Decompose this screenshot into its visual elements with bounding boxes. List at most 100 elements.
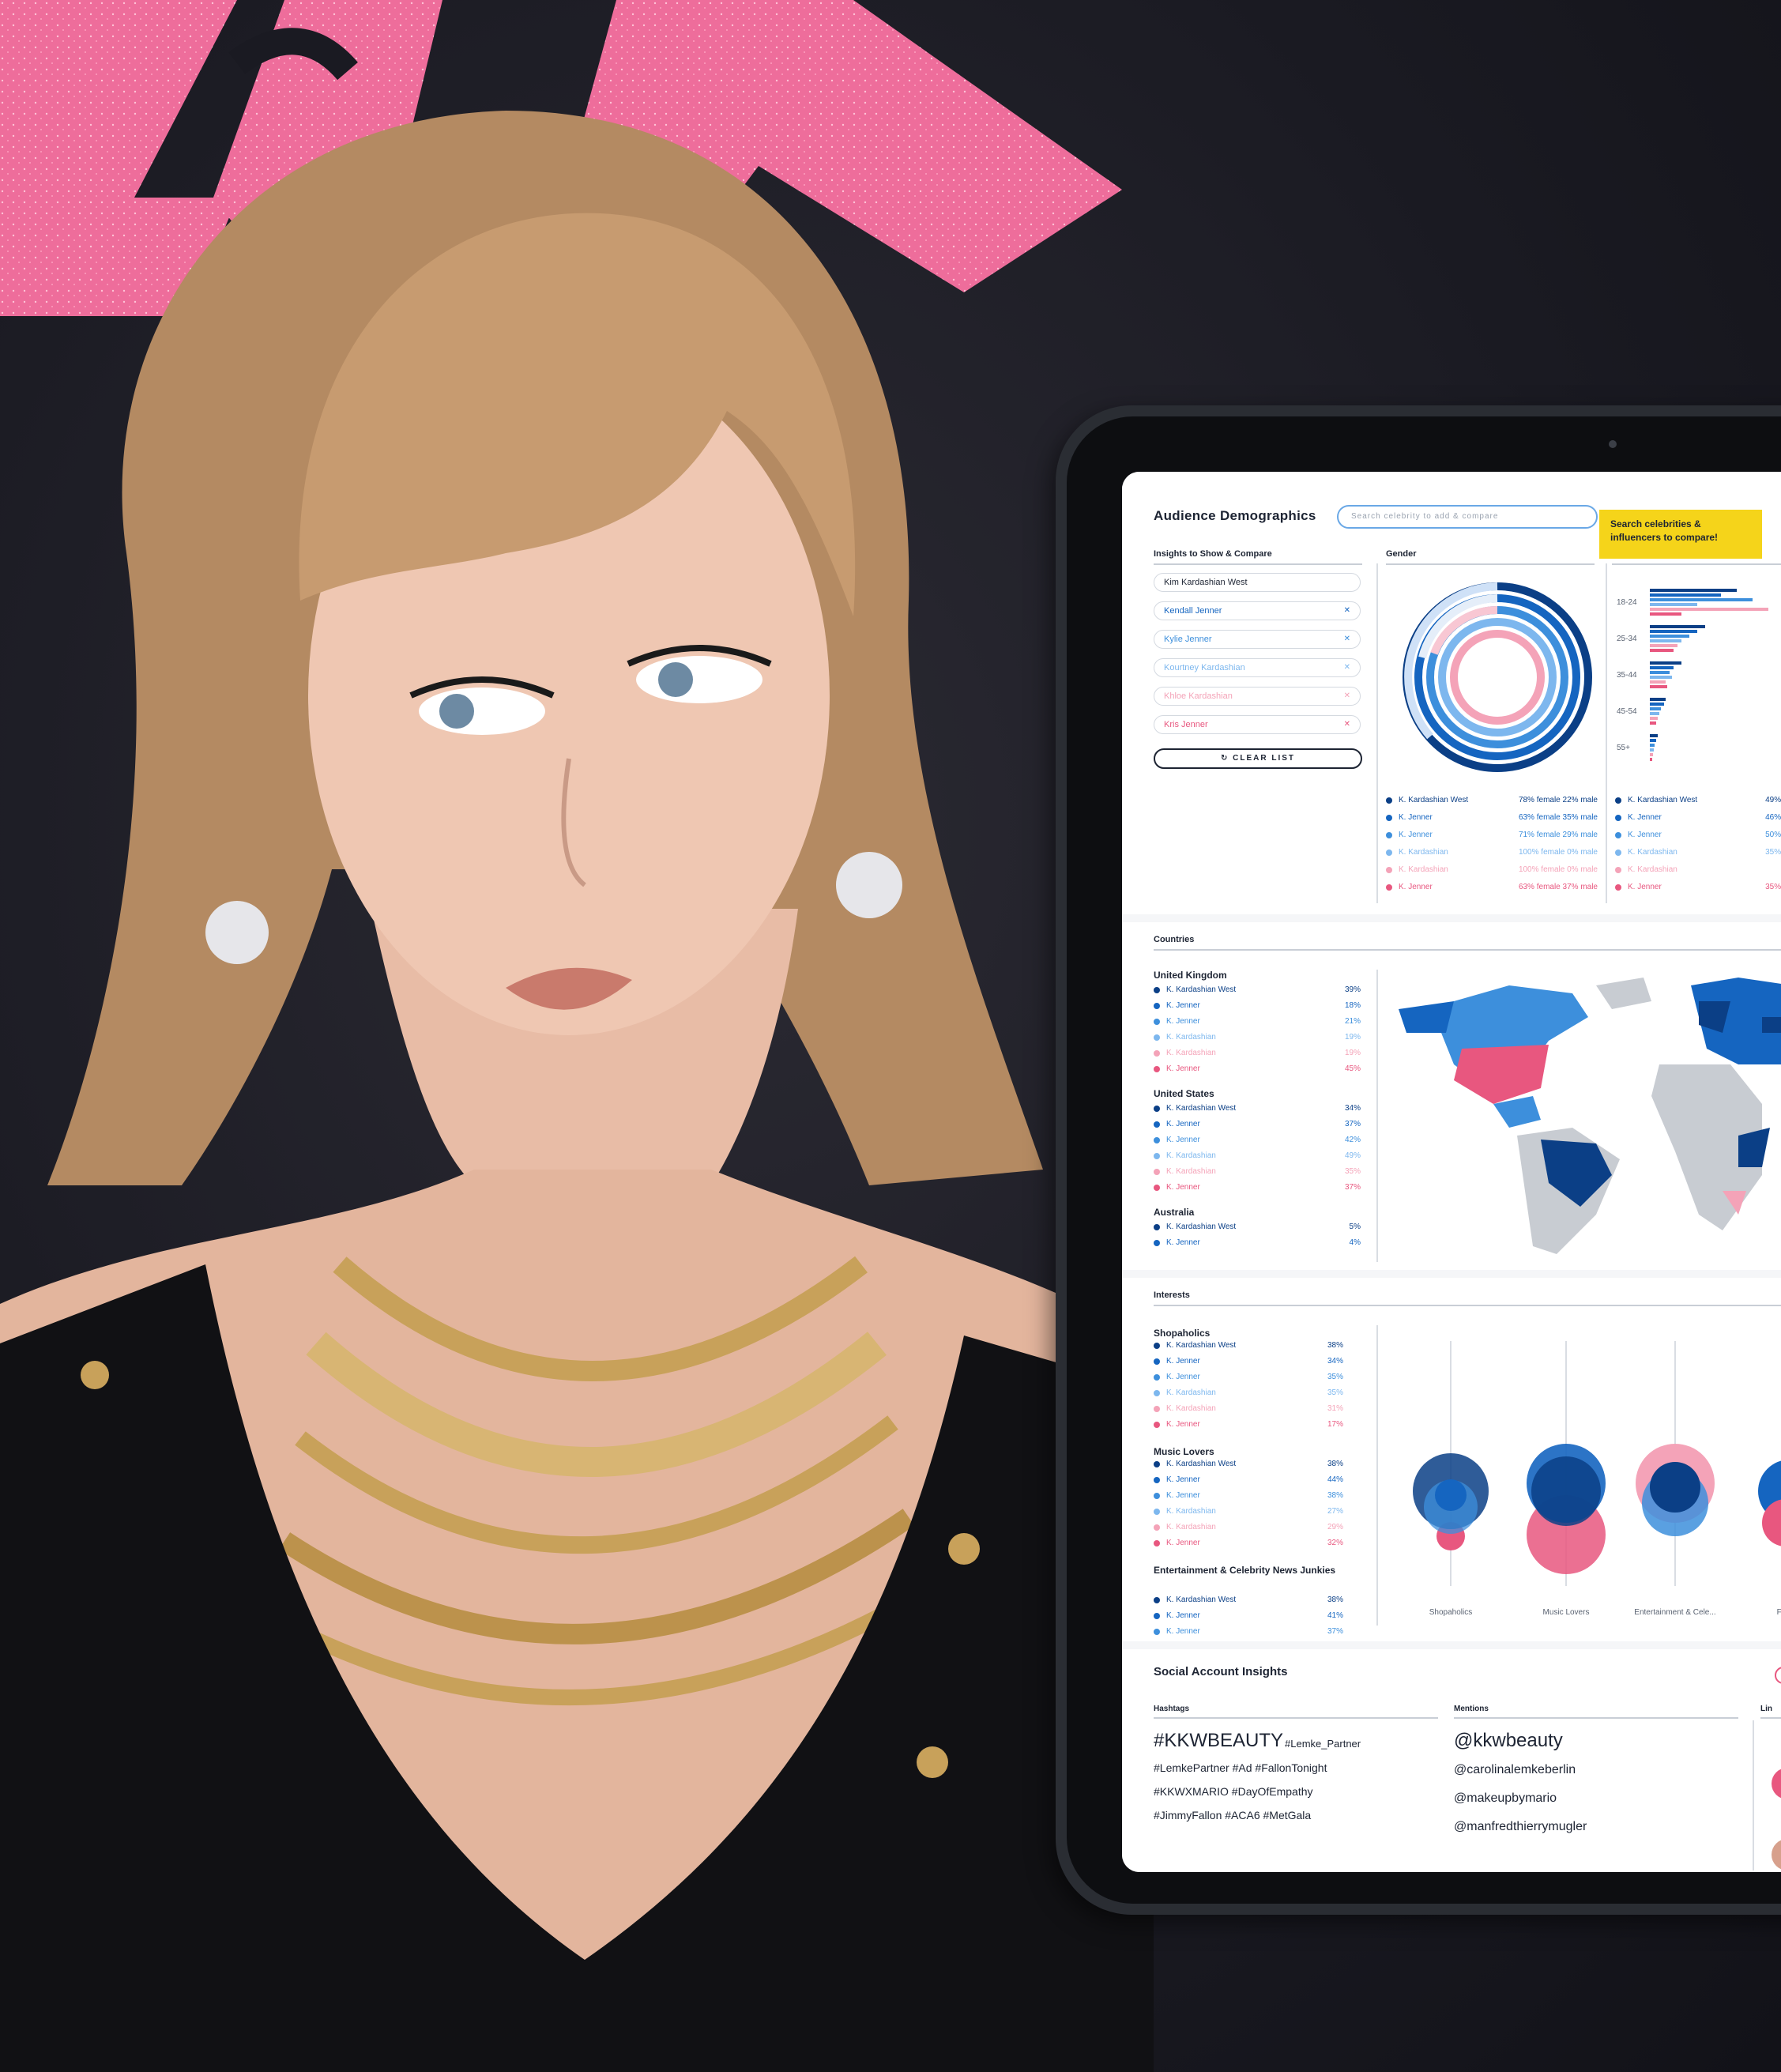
country-legend: K. Jenner (1154, 1001, 1200, 1010)
legend-label: K. Kardashian West (1166, 1595, 1237, 1604)
close-icon[interactable]: ✕ (1344, 720, 1350, 729)
interest-legend: K. Kardashian West (1154, 1460, 1236, 1468)
close-icon[interactable]: ✕ (1344, 606, 1350, 616)
legend-dot (1154, 1612, 1160, 1619)
interest-row: K. Jenner 37% (1154, 1627, 1343, 1636)
legend-label: K. Kardashian (1628, 848, 1677, 857)
hashtag-line[interactable]: #JimmyFallon #ACA6 #MetGala (1154, 1809, 1311, 1821)
legend-row: K. Kardashian West 78% female 22% male (1386, 796, 1598, 804)
legend-dot (1154, 1373, 1160, 1381)
legend-row: K. Jenner 35% ag (1615, 883, 1781, 891)
legend-label: K. Jenner (1166, 1539, 1200, 1547)
interest-legend: K. Jenner (1154, 1627, 1200, 1636)
mention-line[interactable]: @manfredthierrymugler (1454, 1820, 1587, 1834)
legend-label: K. Kardashian (1166, 1507, 1216, 1516)
insight-item[interactable]: Kourtney Kardashian ✕ (1154, 658, 1361, 677)
interest-value: 31% (1327, 1404, 1343, 1413)
interest-legend: K. Kardashian (1154, 1523, 1216, 1531)
country-value: 19% (1344, 1033, 1361, 1042)
hashtag-line[interactable]: #Lemke_Partner (1285, 1738, 1361, 1750)
insight-item[interactable]: Kendall Jenner ✕ (1154, 601, 1361, 620)
legend-label: K. Jenner (1166, 1120, 1200, 1128)
country-row: K. Jenner 37% (1154, 1183, 1361, 1192)
legend-row: K. Jenner 63% female 37% male (1386, 883, 1598, 891)
age-bar (1650, 685, 1667, 688)
insight-item[interactable]: Kris Jenner ✕ (1154, 715, 1361, 734)
legend-name: K. Jenner (1615, 831, 1662, 839)
legend-label: K. Jenner (1166, 1136, 1200, 1144)
close-icon[interactable]: ✕ (1344, 663, 1350, 672)
insight-item[interactable]: Kim Kardashian West (1154, 573, 1361, 592)
interest-row: K. Kardashian West 38% (1154, 1460, 1343, 1468)
insight-item[interactable]: Kylie Jenner ✕ (1154, 630, 1361, 649)
age-bar (1650, 649, 1674, 652)
legend-label: K. Jenner (1166, 1420, 1200, 1429)
age-bar (1650, 680, 1666, 684)
interest-value: 44% (1327, 1475, 1343, 1484)
mention-line[interactable]: @makeupbymario (1454, 1791, 1557, 1806)
avatar[interactable] (1772, 1768, 1781, 1799)
legend-row: K. Kardashian 100% female 0% male (1386, 865, 1598, 874)
interest-name: Entertainment & Celebrity News Junkies (1154, 1565, 1336, 1576)
interest-axis-label: Music Lovers (1542, 1608, 1590, 1617)
tablet-bezel: Audience Demographics Search celebrity t… (1067, 416, 1781, 1904)
legend-label: K. Kardashian (1628, 865, 1677, 874)
interest-legend: K. Jenner (1154, 1420, 1200, 1429)
country-legend: K. Kardashian (1154, 1167, 1216, 1176)
age-bar (1650, 666, 1674, 669)
legend-row: K. Kardashian 100% female 0% male (1386, 848, 1598, 857)
interest-legend: K. Jenner (1154, 1611, 1200, 1620)
legend-row: K. Jenner 46% ag (1615, 813, 1781, 822)
legend-label: K. Kardashian (1166, 1167, 1216, 1176)
interest-axis-label: Food (1776, 1608, 1781, 1617)
insight-name: Kendall Jenner (1164, 606, 1222, 616)
legend-name: K. Kardashian (1386, 865, 1448, 874)
column-divider (1376, 970, 1378, 1262)
legend-value: 50% ag (1765, 831, 1781, 839)
interest-value: 29% (1327, 1523, 1343, 1531)
audience-panel: Audience Demographics Search celebrity t… (1122, 472, 1781, 914)
age-bar (1650, 603, 1697, 606)
search-input[interactable]: Search celebrity to add & compare (1337, 505, 1598, 529)
interest-legend: K. Kardashian West (1154, 1595, 1236, 1604)
age-bar (1650, 639, 1681, 642)
refresh-icon[interactable] (1775, 1667, 1781, 1684)
country-legend: K. Kardashian (1154, 1033, 1216, 1042)
close-icon[interactable]: ✕ (1344, 635, 1350, 644)
legend-label: K. Jenner (1166, 1475, 1200, 1484)
legend-dot (1154, 1239, 1160, 1246)
clear-list-button[interactable]: ↻ CLEAR LIST (1154, 748, 1362, 769)
mention-line[interactable]: @carolinalemkeberlin (1454, 1763, 1576, 1777)
country-value: 35% (1344, 1167, 1361, 1176)
close-icon[interactable]: ✕ (1344, 691, 1350, 701)
legend-dot (1615, 866, 1621, 873)
column-divider (1606, 563, 1607, 903)
hashtag-line[interactable]: #KKWXMARIO #DayOfEmpathy (1154, 1785, 1313, 1798)
age-bar (1650, 676, 1672, 679)
hashtag-line[interactable]: #LemkePartner #Ad #FallonTonight (1154, 1761, 1327, 1774)
legend-label: K. Jenner (1166, 1373, 1200, 1381)
legend-dot (1154, 1342, 1160, 1349)
legend-dot (1386, 866, 1392, 873)
avatar[interactable] (1772, 1839, 1781, 1870)
age-tick-label: 45-54 (1617, 707, 1637, 716)
country-row: K. Jenner 4% (1154, 1238, 1361, 1247)
legend-dot (1154, 1223, 1160, 1230)
column-divider (1753, 1720, 1754, 1870)
legend-label: K. Kardashian West (1399, 796, 1469, 804)
interest-value: 35% (1327, 1388, 1343, 1397)
insight-item[interactable]: Khloe Kardashian ✕ (1154, 687, 1361, 706)
legend-name: K. Kardashian West (1386, 796, 1468, 804)
insight-name: Khloe Kardashian (1164, 691, 1233, 701)
interest-name: Shopaholics (1154, 1328, 1211, 1339)
age-bar (1650, 748, 1654, 752)
legend-value: 100% female 0% male (1518, 848, 1598, 857)
hashtags-label: Hashtags (1154, 1705, 1190, 1713)
legend-dot (1154, 1002, 1160, 1009)
age-bar (1650, 589, 1737, 592)
country-row: K. Kardashian 19% (1154, 1049, 1361, 1057)
age-bar (1650, 707, 1661, 710)
country-row: K. Kardashian 35% (1154, 1167, 1361, 1176)
legend-dot (1386, 797, 1392, 804)
country-legend: K. Jenner (1154, 1064, 1200, 1073)
